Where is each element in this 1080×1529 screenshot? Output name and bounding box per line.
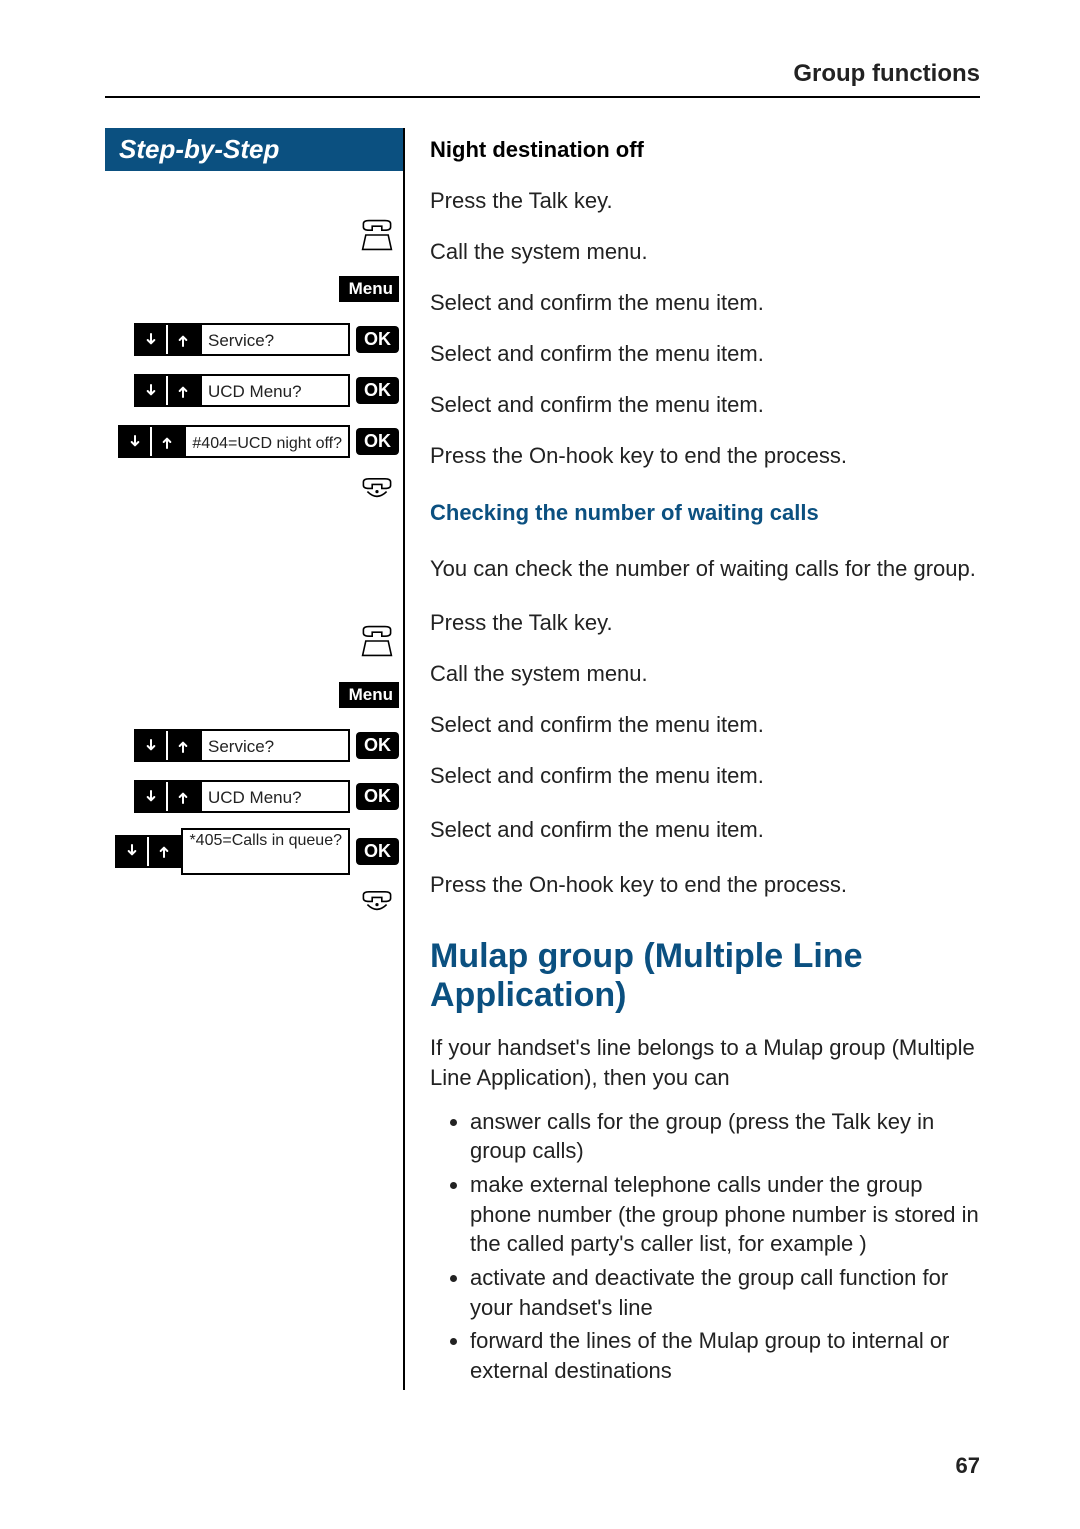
- left-column: Step-by-Step Menu Service? OK: [105, 128, 405, 1390]
- checking-waiting-calls-title: Checking the number of waiting calls: [430, 488, 980, 538]
- mulap-intro: If your handset's line belongs to a Mula…: [430, 1033, 980, 1092]
- sec1-step5: Select and confirm the menu item.: [430, 382, 980, 427]
- menu-item-service: Service?: [200, 323, 350, 356]
- night-destination-off-title: Night destination off: [430, 128, 980, 172]
- arrow-down-icon: [136, 731, 166, 760]
- sec1-step3: Select and confirm the menu item.: [430, 280, 980, 325]
- menu-badge: Menu: [339, 276, 399, 302]
- ok-badge: OK: [356, 838, 399, 865]
- arrow-up-icon: [166, 376, 198, 405]
- nav-arrows: [134, 323, 200, 356]
- mulap-bullet-1: answer calls for the group (press the Ta…: [470, 1107, 980, 1166]
- sec2-intro: You can check the number of waiting call…: [430, 544, 980, 594]
- step-by-step-header: Step-by-Step: [105, 128, 403, 171]
- mulap-bullet-4: forward the lines of the Mulap group to …: [470, 1326, 980, 1385]
- arrow-down-icon: [136, 782, 166, 811]
- sec2-step1: Press the Talk key.: [430, 600, 980, 645]
- two-column-layout: Step-by-Step Menu Service? OK: [105, 128, 980, 1390]
- ok-badge: OK: [356, 783, 399, 810]
- arrow-up-icon: [150, 427, 182, 456]
- night-off-row: #404=UCD night off? OK: [105, 419, 403, 464]
- menu-item-calls-in-queue: *405=Calls in queue?: [181, 828, 350, 875]
- arrow-down-icon: [120, 427, 150, 456]
- arrow-up-icon: [166, 731, 198, 760]
- ok-badge: OK: [356, 732, 399, 759]
- arrow-down-icon: [136, 325, 166, 354]
- sec1-step1: Press the Talk key.: [430, 178, 980, 223]
- talk-key-row: [105, 215, 403, 260]
- nav-arrows: [134, 780, 200, 813]
- menu-badge: Menu: [339, 682, 399, 708]
- menu-item-night-off: #404=UCD night off?: [184, 425, 350, 458]
- arrow-up-icon: [166, 325, 198, 354]
- menu-item-service: Service?: [200, 729, 350, 762]
- mulap-bullets: answer calls for the group (press the Ta…: [430, 1107, 980, 1386]
- menu-badge-row-2: Menu: [105, 672, 403, 717]
- onhook-key-icon: [361, 887, 399, 924]
- arrow-down-icon: [117, 837, 147, 866]
- onhook-key-icon: [361, 474, 399, 511]
- ucd-menu-row: UCD Menu? OK: [105, 368, 403, 413]
- nav-arrows: [118, 425, 184, 458]
- sec1-step2: Call the system menu.: [430, 229, 980, 274]
- onhook-row-2: [105, 883, 403, 928]
- ucd-menu-row-2: UCD Menu? OK: [105, 774, 403, 819]
- arrow-up-icon: [147, 837, 179, 866]
- sec1-step4: Select and confirm the menu item.: [430, 331, 980, 376]
- page: Group functions Step-by-Step Menu: [0, 0, 1080, 1529]
- ok-badge: OK: [356, 377, 399, 404]
- sec2-step2: Call the system menu.: [430, 651, 980, 696]
- arrow-up-icon: [166, 782, 198, 811]
- menu-item-ucd-menu: UCD Menu?: [200, 374, 350, 407]
- nav-arrows: [134, 374, 200, 407]
- page-number: 67: [956, 1453, 980, 1479]
- mulap-bullet-3: activate and deactivate the group call f…: [470, 1263, 980, 1322]
- header-section: Group functions: [105, 60, 980, 98]
- talk-key-icon: [361, 219, 399, 256]
- ok-badge: OK: [356, 428, 399, 455]
- service-row-2: Service? OK: [105, 723, 403, 768]
- ok-badge: OK: [356, 326, 399, 353]
- sec2-step5: Select and confirm the menu item.: [430, 804, 980, 856]
- nav-arrows: [115, 835, 181, 868]
- sec2-step3: Select and confirm the menu item.: [430, 702, 980, 747]
- service-row: Service? OK: [105, 317, 403, 362]
- nav-arrows: [134, 729, 200, 762]
- talk-key-row-2: [105, 621, 403, 666]
- arrow-down-icon: [136, 376, 166, 405]
- sec2-step6: Press the On-hook key to end the process…: [430, 862, 980, 907]
- right-column: Night destination off Press the Talk key…: [405, 128, 980, 1390]
- talk-key-icon: [361, 625, 399, 662]
- mulap-bullet-2: make external telephone calls under the …: [470, 1170, 980, 1259]
- menu-badge-row: Menu: [105, 266, 403, 311]
- spacer: [105, 171, 403, 215]
- spacer: [105, 521, 403, 621]
- menu-item-ucd-menu: UCD Menu?: [200, 780, 350, 813]
- sec1-step6: Press the On-hook key to end the process…: [430, 433, 980, 478]
- calls-in-queue-row: *405=Calls in queue? OK: [105, 825, 403, 877]
- sec2-step4: Select and confirm the menu item.: [430, 753, 980, 798]
- mulap-group-title: Mulap group (Multiple Line Application): [430, 937, 980, 1015]
- onhook-row: [105, 470, 403, 515]
